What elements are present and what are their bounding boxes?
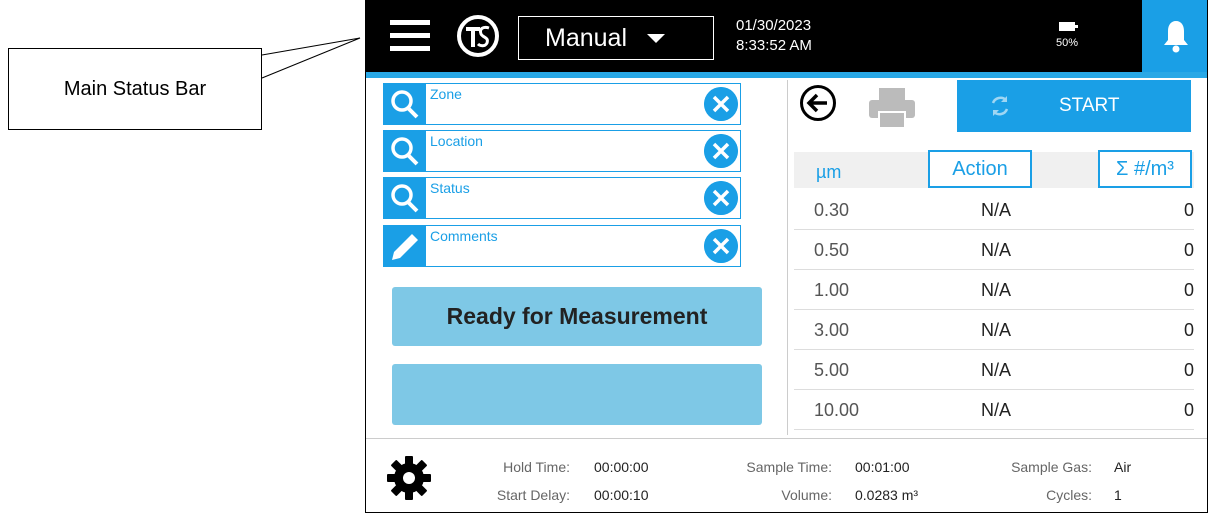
date-text: 01/30/2023 xyxy=(736,17,812,34)
comments-label: Comments xyxy=(430,228,498,244)
start-delay-value: 00:00:10 xyxy=(594,487,649,503)
status-field[interactable]: Status xyxy=(383,177,741,219)
refresh-icon xyxy=(991,96,1009,116)
size-cell: 3.00 xyxy=(814,320,850,340)
secondary-status-panel xyxy=(392,364,762,425)
sample-time-value: 00:01:00 xyxy=(855,459,910,475)
callout-label: Main Status Bar xyxy=(63,77,207,100)
size-cell: 0.50 xyxy=(814,240,850,260)
cycles-label: Cycles: xyxy=(1046,487,1092,503)
location-label: Location xyxy=(430,133,483,149)
action-cell: N/A xyxy=(980,280,1011,300)
sample-gas-value: Air xyxy=(1114,459,1132,475)
clear-zone-icon[interactable] xyxy=(704,87,738,121)
sum-column-button[interactable]: Σ #/m³ xyxy=(1098,150,1192,188)
action-cell: N/A xyxy=(980,200,1011,220)
battery-icon xyxy=(1059,22,1078,31)
status-message-panel: Ready for Measurement xyxy=(392,287,762,346)
action-column-button[interactable]: Action xyxy=(928,150,1032,188)
battery-percent: 50% xyxy=(1055,37,1079,49)
status-bar-accent xyxy=(366,72,1207,78)
size-column-header: µm xyxy=(816,162,842,182)
action-cell: N/A xyxy=(980,400,1011,420)
volume-label: Volume: xyxy=(781,487,832,503)
table-row: 10.00 N/A 0 xyxy=(794,390,1194,430)
comments-field[interactable]: Comments xyxy=(383,225,741,267)
volume-value: 0.0283 m³ xyxy=(855,487,919,503)
panel-divider xyxy=(787,80,788,435)
count-cell: 0 xyxy=(1183,200,1194,220)
footer-divider xyxy=(366,438,1207,439)
pencil-icon xyxy=(384,226,426,266)
action-cell: N/A xyxy=(980,360,1011,380)
hold-time-label: Hold Time: xyxy=(503,459,570,475)
notifications-button[interactable] xyxy=(1142,0,1207,72)
printer-icon[interactable] xyxy=(867,86,917,130)
tsi-logo xyxy=(457,15,499,57)
count-cell: 0 xyxy=(1183,240,1194,260)
menu-icon[interactable] xyxy=(390,20,430,52)
size-cell: 5.00 xyxy=(814,360,850,380)
sample-time-label: Sample Time: xyxy=(746,459,832,475)
device-screen: Manual 01/30/2023 8:33:52 AM 50% Zone Lo… xyxy=(365,0,1208,513)
action-cell: N/A xyxy=(980,320,1011,340)
zone-label: Zone xyxy=(430,86,462,102)
table-row: 1.00 N/A 0 xyxy=(794,270,1194,310)
count-cell: 0 xyxy=(1183,360,1194,380)
count-cell: 0 xyxy=(1183,400,1194,420)
zone-field[interactable]: Zone xyxy=(383,83,741,125)
search-icon xyxy=(384,178,426,218)
table-row: 0.50 N/A 0 xyxy=(794,230,1194,270)
clear-comments-icon[interactable] xyxy=(704,229,738,263)
cycles-value: 1 xyxy=(1114,487,1122,503)
bell-icon xyxy=(1163,21,1188,53)
status-message: Ready for Measurement xyxy=(446,303,708,329)
sample-gas-label: Sample Gas: xyxy=(1011,459,1092,475)
table-row: 0.30 N/A 0 xyxy=(794,190,1194,230)
size-cell: 10.00 xyxy=(814,400,860,420)
gear-icon[interactable] xyxy=(386,455,432,501)
clear-location-icon[interactable] xyxy=(704,134,738,168)
action-header-label: Action xyxy=(952,157,1008,180)
hold-time-value: 00:00:00 xyxy=(594,459,649,475)
datetime: 01/30/2023 8:33:52 AM xyxy=(736,16,812,56)
size-cell: 1.00 xyxy=(814,280,850,300)
mode-dropdown[interactable]: Manual xyxy=(518,16,714,60)
callout-box: Main Status Bar xyxy=(8,48,262,130)
back-arrow-icon[interactable] xyxy=(799,84,837,122)
status-label: Status xyxy=(430,180,470,196)
size-cell: 0.30 xyxy=(814,200,850,220)
action-cell: N/A xyxy=(980,240,1011,260)
table-row: 5.00 N/A 0 xyxy=(794,350,1194,390)
start-label: START xyxy=(1059,95,1120,116)
chevron-down-icon xyxy=(647,33,665,43)
mode-value: Manual xyxy=(545,23,627,52)
table-row: 3.00 N/A 0 xyxy=(794,310,1194,350)
main-status-bar: Manual 01/30/2023 8:33:52 AM 50% xyxy=(366,0,1142,72)
location-field[interactable]: Location xyxy=(383,130,741,172)
time-text: 8:33:52 AM xyxy=(736,37,812,54)
sum-header-label: Σ #/m³ xyxy=(1116,157,1174,180)
start-delay-label: Start Delay: xyxy=(496,487,570,503)
count-cell: 0 xyxy=(1183,280,1194,300)
clear-status-icon[interactable] xyxy=(704,181,738,215)
search-icon xyxy=(384,84,426,124)
battery-indicator: 50% xyxy=(1050,22,1084,49)
search-icon xyxy=(384,131,426,171)
start-button[interactable]: START xyxy=(957,80,1191,132)
count-cell: 0 xyxy=(1183,320,1194,340)
